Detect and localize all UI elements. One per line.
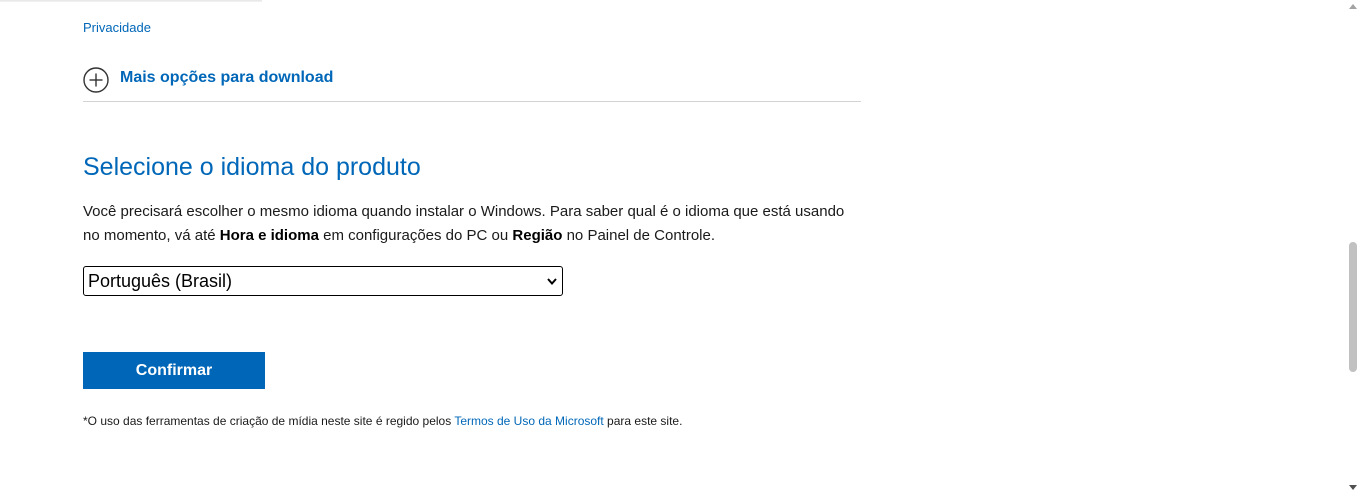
footnote-prefix: *O uso das ferramentas de criação de míd…: [83, 414, 455, 428]
scroll-up-arrow-icon[interactable]: [1349, 4, 1357, 9]
page: Privacidade Mais opções para download Se…: [0, 0, 1360, 496]
privacy-link[interactable]: Privacidade: [83, 20, 151, 35]
confirm-button[interactable]: Confirmar: [83, 352, 265, 389]
scrollbar-thumb[interactable]: [1349, 242, 1357, 372]
terms-of-use-link[interactable]: Termos de Uso da Microsoft: [454, 414, 603, 428]
description-text-2: em configurações do PC ou: [318, 227, 513, 244]
section-title: Selecione o idioma do produto: [83, 153, 421, 181]
language-select-value: Português (Brasil): [88, 270, 233, 291]
description-bold-region: Região: [512, 227, 563, 244]
more-download-options[interactable]: Mais opções para download: [83, 66, 861, 102]
language-description: Você precisará escolher o mesmo idioma q…: [83, 200, 863, 248]
top-shadow: [0, 0, 262, 2]
chevron-down-icon: [547, 278, 557, 286]
terms-footnote: *O uso das ferramentas de criação de míd…: [83, 414, 682, 428]
footnote-suffix: para este site.: [603, 414, 683, 428]
vertical-scrollbar[interactable]: [1345, 0, 1360, 496]
description-bold-time-language: Hora e idioma: [219, 227, 319, 244]
description-text-3: no Painel de Controle.: [562, 227, 716, 244]
more-options-label: Mais opções para download: [120, 69, 334, 86]
scroll-down-arrow-icon[interactable]: [1349, 485, 1357, 490]
plus-circle-icon: [83, 67, 109, 93]
language-select[interactable]: Português (Brasil): [83, 266, 563, 296]
